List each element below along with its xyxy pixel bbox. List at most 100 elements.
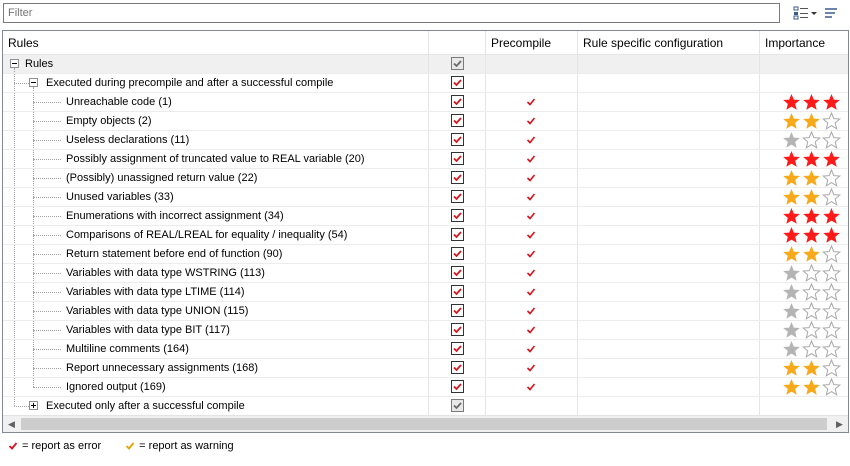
star-empty-icon[interactable] [822,340,841,358]
star-filled-icon[interactable] [822,150,841,168]
rule-row[interactable]: Report unnecessary assignments (168) [3,359,848,378]
expand-icon[interactable] [29,401,38,410]
precompile-check-icon[interactable] [526,154,536,164]
enable-checkbox[interactable] [451,190,464,203]
collapse-icon[interactable] [10,59,19,68]
column-header-importance[interactable]: Importance [760,31,848,55]
star-filled-icon[interactable] [802,112,821,130]
rule-row[interactable]: Multiline comments (164) [3,340,848,359]
star-empty-icon[interactable] [822,283,841,301]
precompile-check-icon[interactable] [526,192,536,202]
enable-checkbox[interactable] [451,266,464,279]
precompile-check-icon[interactable] [526,211,536,221]
rule-row[interactable]: Possibly assignment of truncated value t… [3,150,848,169]
star-empty-icon[interactable] [802,131,821,149]
importance-rating[interactable] [782,93,841,111]
importance-rating[interactable] [782,169,841,187]
star-empty-icon[interactable] [822,264,841,282]
rule-row[interactable]: Return statement before end of function … [3,245,848,264]
rule-row[interactable]: (Possibly) unassigned return value (22) [3,169,848,188]
rule-row[interactable]: Variables with data type UNION (115) [3,302,848,321]
importance-rating[interactable] [782,150,841,168]
star-empty-icon[interactable] [802,302,821,320]
wrap-text-button[interactable] [822,5,840,21]
filter-input[interactable] [4,4,779,22]
rule-row[interactable]: Variables with data type BIT (117) [3,321,848,340]
enable-checkbox[interactable] [451,304,464,317]
enable-checkbox[interactable] [451,380,464,393]
enable-checkbox[interactable] [451,76,464,89]
rule-row[interactable]: Empty objects (2) [3,112,848,131]
star-filled-icon[interactable] [782,302,801,320]
importance-rating[interactable] [782,340,841,358]
precompile-check-icon[interactable] [526,230,536,240]
column-header-config[interactable]: Rule specific configuration [578,31,760,55]
rule-row[interactable]: Variables with data type WSTRING (113) [3,264,848,283]
star-filled-icon[interactable] [782,150,801,168]
enable-checkbox[interactable] [451,114,464,127]
star-empty-icon[interactable] [822,245,841,263]
precompile-check-icon[interactable] [526,325,536,335]
importance-rating[interactable] [782,264,841,282]
importance-rating[interactable] [782,302,841,320]
importance-rating[interactable] [782,283,841,301]
star-filled-icon[interactable] [802,188,821,206]
star-filled-icon[interactable] [802,245,821,263]
star-filled-icon[interactable] [782,112,801,130]
star-filled-icon[interactable] [802,150,821,168]
star-filled-icon[interactable] [802,207,821,225]
importance-rating[interactable] [782,321,841,339]
rule-row[interactable]: Ignored output (169) [3,378,848,397]
enable-checkbox[interactable] [451,247,464,260]
star-empty-icon[interactable] [822,131,841,149]
star-filled-icon[interactable] [822,207,841,225]
column-header-rules[interactable]: Rules [3,31,429,55]
precompile-check-icon[interactable] [526,363,536,373]
scrollbar-thumb[interactable] [21,418,827,430]
scroll-left-arrow-icon[interactable]: ◀ [3,416,20,432]
column-header-precompile[interactable]: Precompile [486,31,578,55]
enable-checkbox[interactable] [451,57,464,70]
importance-rating[interactable] [782,188,841,206]
star-empty-icon[interactable] [802,340,821,358]
enable-checkbox[interactable] [451,228,464,241]
rule-row[interactable]: Enumerations with incorrect assignment (… [3,207,848,226]
precompile-check-icon[interactable] [526,268,536,278]
star-filled-icon[interactable] [782,207,801,225]
precompile-check-icon[interactable] [526,306,536,316]
star-filled-icon[interactable] [782,188,801,206]
enable-checkbox[interactable] [451,95,464,108]
star-filled-icon[interactable] [782,321,801,339]
star-filled-icon[interactable] [802,93,821,111]
importance-rating[interactable] [782,226,841,244]
tree-row-group[interactable]: Executed only after a successful compile [3,397,848,416]
enable-checkbox[interactable] [451,171,464,184]
importance-rating[interactable] [782,112,841,130]
star-filled-icon[interactable] [782,359,801,377]
precompile-check-icon[interactable] [526,249,536,259]
precompile-check-icon[interactable] [526,344,536,354]
star-filled-icon[interactable] [802,169,821,187]
star-filled-icon[interactable] [822,93,841,111]
star-filled-icon[interactable] [782,340,801,358]
tree-row-group[interactable]: Executed during precompile and after a s… [3,74,848,93]
precompile-check-icon[interactable] [526,97,536,107]
enable-checkbox[interactable] [451,133,464,146]
precompile-check-icon[interactable] [526,173,536,183]
star-empty-icon[interactable] [802,283,821,301]
tree-row-root[interactable]: Rules [3,55,848,74]
precompile-check-icon[interactable] [526,287,536,297]
star-empty-icon[interactable] [822,302,841,320]
importance-rating[interactable] [782,207,841,225]
precompile-check-icon[interactable] [526,382,536,392]
star-filled-icon[interactable] [802,378,821,396]
collapse-icon[interactable] [29,78,38,87]
rule-row[interactable]: Unreachable code (1) [3,93,848,112]
star-filled-icon[interactable] [782,226,801,244]
rule-row[interactable]: Comparisons of REAL/LREAL for equality /… [3,226,848,245]
star-empty-icon[interactable] [822,188,841,206]
star-filled-icon[interactable] [782,245,801,263]
column-header-enabled[interactable] [429,31,486,55]
scroll-right-arrow-icon[interactable]: ▶ [831,416,848,432]
rule-row[interactable]: Unused variables (33) [3,188,848,207]
